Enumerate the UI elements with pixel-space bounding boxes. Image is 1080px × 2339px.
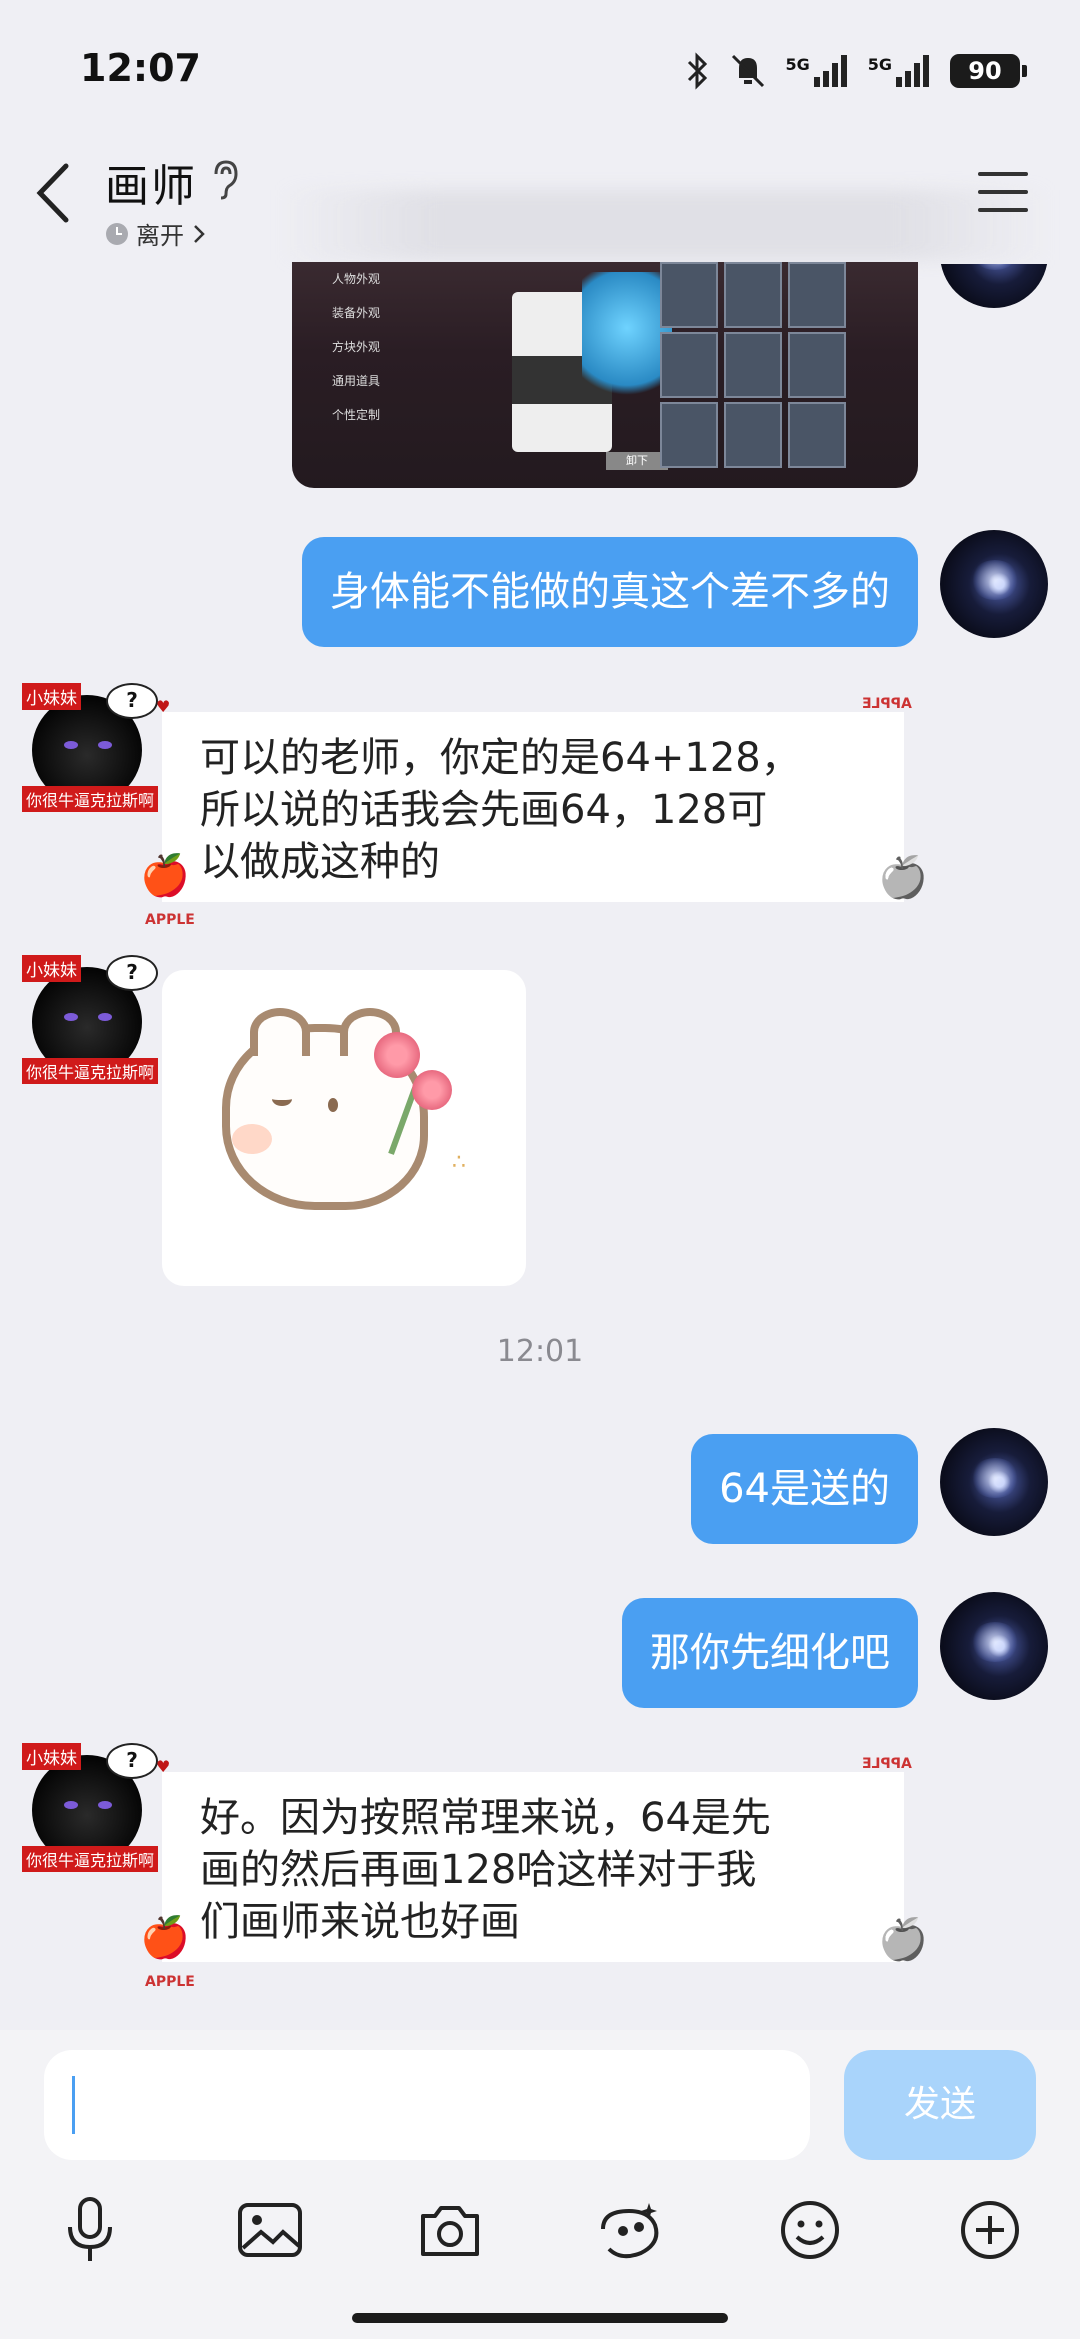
apple-outline-icon: 🍎 [878, 1917, 928, 1963]
presence-status[interactable]: 离开 [106, 216, 206, 251]
message-bubble-received[interactable]: 好。因为按照常理来说，64是先 画的然后再画128哈这样对于我 们画师来说也好画 [162, 1772, 904, 1962]
avatar[interactable] [940, 530, 1048, 638]
image-message[interactable]: 人物外观 装备外观 方块外观 通用道具 个性定制 卸下 [292, 262, 918, 488]
apple-icon: 🍎 [140, 1915, 190, 1961]
send-button[interactable]: 发送 [844, 2050, 1036, 2160]
menu-icon [978, 172, 1028, 176]
clock-icon [106, 222, 128, 245]
camera-icon[interactable] [412, 2192, 488, 2268]
status-time: 12:07 [80, 46, 201, 90]
avatar[interactable]: 小妹妹 ? ♥ 你很牛逼克拉斯啊 [22, 1743, 172, 1883]
message-bubble-received[interactable]: 可以的老师，你定的是64+128， 所以说的话我会先画64，128可 以做成这种… [162, 712, 904, 902]
microphone-icon[interactable] [52, 2192, 128, 2268]
presence-label: 离开 [136, 222, 184, 250]
apple-icon: 🍎 [140, 853, 190, 899]
status-icons: 5G 5G 90 [685, 50, 1027, 92]
avatar[interactable] [940, 1592, 1048, 1700]
avatar[interactable]: 小妹妹 ? ♥ 你很牛逼克拉斯啊 [22, 683, 172, 823]
apple-outline-icon: 🍎 [878, 855, 928, 901]
bubble-brand: APPLE [145, 1974, 195, 1990]
text-caret [72, 2076, 75, 2134]
bubble-brand-flipped: APPLE [862, 1756, 912, 1772]
message-bubble-sent[interactable]: 那你先细化吧 [622, 1598, 918, 1708]
menu-button[interactable] [978, 172, 1028, 216]
sticker-icon[interactable] [592, 2192, 668, 2268]
home-indicator [352, 2313, 728, 2323]
mute-icon [732, 54, 765, 88]
image-icon[interactable] [232, 2192, 308, 2268]
avatar[interactable]: 小妹妹 ? 你很牛逼克拉斯啊 [22, 955, 172, 1095]
sticker-message[interactable]: ∴ [162, 970, 526, 1286]
plus-icon[interactable] [952, 2192, 1028, 2268]
game-pet [582, 272, 672, 412]
chevron-right-icon [194, 224, 205, 243]
chevron-left-icon [36, 163, 69, 223]
message-bubble-sent[interactable]: 64是送的 [691, 1434, 918, 1544]
avatar[interactable] [940, 1428, 1048, 1536]
message-bubble-sent[interactable]: 身体能不能做的真这个差不多的 [302, 537, 918, 647]
signal-2: 5G [868, 55, 932, 87]
emoji-icon[interactable] [772, 2192, 848, 2268]
ear-icon[interactable] [208, 158, 242, 204]
message-input[interactable] [44, 2050, 810, 2160]
bluetooth-icon [688, 52, 708, 90]
bubble-brand-flipped: APPLE [862, 696, 912, 712]
header-blur [280, 190, 1050, 260]
page-title[interactable]: 画师 [105, 150, 197, 214]
signal-1: 5G [785, 55, 849, 87]
back-button[interactable] [30, 160, 80, 230]
timestamp: 12:01 [496, 1334, 584, 1369]
game-unequip-button: 卸下 [606, 452, 668, 470]
battery-indicator: 90 [950, 54, 1027, 88]
bubble-brand: APPLE [145, 912, 195, 928]
game-menu: 人物外观 装备外观 方块外观 通用道具 个性定制 [332, 272, 381, 422]
